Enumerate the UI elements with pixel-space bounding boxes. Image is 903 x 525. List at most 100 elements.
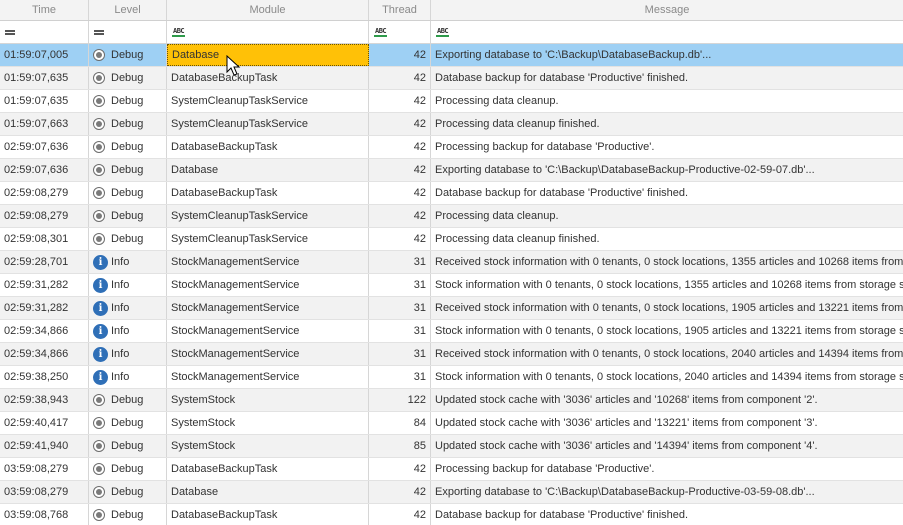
message-cell[interactable]: Received stock information with 0 tenant… — [431, 297, 903, 319]
time-cell[interactable]: 02:59:08,301 — [0, 228, 89, 250]
time-cell[interactable]: 01:59:07,635 — [0, 90, 89, 112]
level-cell[interactable]: i Info — [89, 343, 167, 365]
level-cell[interactable]: Debug — [89, 44, 167, 66]
thread-cell[interactable]: 42 — [369, 504, 431, 525]
text-filter-icon[interactable]: ABC — [374, 27, 388, 37]
log-row[interactable]: 02:59:41,940 Debug SystemStock 85 Updated st… — [0, 435, 903, 458]
time-cell[interactable]: 02:59:31,282 — [0, 274, 89, 296]
module-cell[interactable]: SystemStock — [167, 389, 369, 411]
thread-cell[interactable]: 122 — [369, 389, 431, 411]
message-cell[interactable]: Updated stock cache with '3036' articles… — [431, 435, 903, 457]
module-cell[interactable]: StockManagementService — [167, 251, 369, 273]
module-cell[interactable]: Database — [167, 44, 369, 66]
log-row[interactable]: 02:59:08,279 Debug DatabaseBackupTask 42 Dat… — [0, 182, 903, 205]
log-row[interactable]: 02:59:28,701 i Info StockManagementService 3… — [0, 251, 903, 274]
log-row[interactable]: 02:59:34,866 i Info StockManagementService 3… — [0, 343, 903, 366]
thread-cell[interactable]: 31 — [369, 366, 431, 388]
equals-icon[interactable] — [94, 29, 104, 35]
thread-cell[interactable]: 42 — [369, 90, 431, 112]
log-row[interactable]: 02:59:38,943 Debug SystemStock 122 Updated s… — [0, 389, 903, 412]
filter-cell-time[interactable] — [0, 21, 89, 43]
log-row[interactable]: 03:59:08,768 Debug DatabaseBackupTask 42 Dat… — [0, 504, 903, 525]
module-cell[interactable]: Database — [167, 159, 369, 181]
module-cell[interactable]: SystemStock — [167, 435, 369, 457]
log-row[interactable]: 02:59:08,279 Debug SystemCleanupTaskServic… — [0, 205, 903, 228]
thread-cell[interactable]: 31 — [369, 274, 431, 296]
thread-cell[interactable]: 31 — [369, 297, 431, 319]
level-cell[interactable]: Debug — [89, 136, 167, 158]
message-cell[interactable]: Processing data cleanup. — [431, 205, 903, 227]
level-cell[interactable]: Debug — [89, 113, 167, 135]
message-cell[interactable]: Stock information with 0 tenants, 0 stoc… — [431, 366, 903, 388]
module-cell[interactable]: StockManagementService — [167, 343, 369, 365]
time-cell[interactable]: 02:59:34,866 — [0, 320, 89, 342]
thread-cell[interactable]: 42 — [369, 44, 431, 66]
column-header-level[interactable]: Level — [89, 0, 167, 20]
message-cell[interactable]: Processing data cleanup finished. — [431, 113, 903, 135]
log-row[interactable]: 01:59:07,005 Debug Database 42 Exporting dat… — [0, 44, 903, 67]
time-cell[interactable]: 02:59:38,250 — [0, 366, 89, 388]
message-cell[interactable]: Exporting database to 'C:\Backup\Databas… — [431, 44, 903, 66]
log-row[interactable]: 02:59:07,636 Debug DatabaseBackupTask 42 Pro… — [0, 136, 903, 159]
column-header-time[interactable]: Time — [0, 0, 89, 20]
log-row[interactable]: 02:59:34,866 i Info StockManagementService 3… — [0, 320, 903, 343]
message-cell[interactable]: Exporting database to 'C:\Backup\Databas… — [431, 159, 903, 181]
time-cell[interactable]: 01:59:07,663 — [0, 113, 89, 135]
thread-cell[interactable]: 84 — [369, 412, 431, 434]
log-row[interactable]: 01:59:07,663 Debug SystemCleanupTaskServic… — [0, 113, 903, 136]
module-cell[interactable]: SystemCleanupTaskService — [167, 90, 369, 112]
thread-cell[interactable]: 31 — [369, 251, 431, 273]
time-cell[interactable]: 03:59:08,768 — [0, 504, 89, 525]
message-cell[interactable]: Processing data cleanup. — [431, 90, 903, 112]
module-cell[interactable]: StockManagementService — [167, 320, 369, 342]
message-cell[interactable]: Database backup for database 'Productive… — [431, 182, 903, 204]
thread-cell[interactable]: 31 — [369, 343, 431, 365]
filter-cell-level[interactable] — [89, 21, 167, 43]
log-row[interactable]: 01:59:07,635 Debug SystemCleanupTaskServic… — [0, 90, 903, 113]
log-row[interactable]: 02:59:40,417 Debug SystemStock 84 Updated st… — [0, 412, 903, 435]
thread-cell[interactable]: 42 — [369, 228, 431, 250]
log-row[interactable]: 02:59:08,301 Debug SystemCleanupTaskServic… — [0, 228, 903, 251]
level-cell[interactable]: i Info — [89, 251, 167, 273]
time-cell[interactable]: 02:59:38,943 — [0, 389, 89, 411]
message-cell[interactable]: Processing data cleanup finished. — [431, 228, 903, 250]
module-cell[interactable]: DatabaseBackupTask — [167, 67, 369, 89]
time-cell[interactable]: 01:59:07,005 — [0, 44, 89, 66]
level-cell[interactable]: Debug — [89, 504, 167, 525]
message-cell[interactable]: Database backup for database 'Productive… — [431, 67, 903, 89]
time-cell[interactable]: 03:59:08,279 — [0, 481, 89, 503]
module-cell[interactable]: StockManagementService — [167, 297, 369, 319]
thread-cell[interactable]: 42 — [369, 481, 431, 503]
filter-cell-thread[interactable]: ABC — [369, 21, 431, 43]
level-cell[interactable]: i Info — [89, 297, 167, 319]
level-cell[interactable]: Debug — [89, 435, 167, 457]
thread-cell[interactable]: 42 — [369, 205, 431, 227]
column-header-message[interactable]: Message — [431, 0, 903, 20]
time-cell[interactable]: 02:59:41,940 — [0, 435, 89, 457]
level-cell[interactable]: Debug — [89, 389, 167, 411]
time-cell[interactable]: 03:59:08,279 — [0, 458, 89, 480]
text-filter-icon[interactable]: ABC — [436, 27, 450, 37]
module-cell[interactable]: SystemStock — [167, 412, 369, 434]
level-cell[interactable]: i Info — [89, 366, 167, 388]
module-cell[interactable]: DatabaseBackupTask — [167, 458, 369, 480]
level-cell[interactable]: Debug — [89, 159, 167, 181]
message-cell[interactable]: Stock information with 0 tenants, 0 stoc… — [431, 320, 903, 342]
message-cell[interactable]: Database backup for database 'Productive… — [431, 504, 903, 525]
time-cell[interactable]: 02:59:08,279 — [0, 205, 89, 227]
module-cell[interactable]: SystemCleanupTaskService — [167, 228, 369, 250]
level-cell[interactable]: i Info — [89, 320, 167, 342]
level-cell[interactable]: Debug — [89, 90, 167, 112]
module-cell[interactable]: SystemCleanupTaskService — [167, 205, 369, 227]
log-row[interactable]: 02:59:38,250 i Info StockManagementService 3… — [0, 366, 903, 389]
filter-cell-message[interactable]: ABC — [431, 21, 903, 43]
message-cell[interactable]: Received stock information with 0 tenant… — [431, 251, 903, 273]
message-cell[interactable]: Stock information with 0 tenants, 0 stoc… — [431, 274, 903, 296]
module-cell[interactable]: DatabaseBackupTask — [167, 504, 369, 525]
message-cell[interactable]: Updated stock cache with '3036' articles… — [431, 412, 903, 434]
column-header-thread[interactable]: Thread — [369, 0, 431, 20]
message-cell[interactable]: Exporting database to 'C:\Backup\Databas… — [431, 481, 903, 503]
module-cell[interactable]: SystemCleanupTaskService — [167, 113, 369, 135]
module-cell[interactable]: StockManagementService — [167, 274, 369, 296]
thread-cell[interactable]: 31 — [369, 320, 431, 342]
